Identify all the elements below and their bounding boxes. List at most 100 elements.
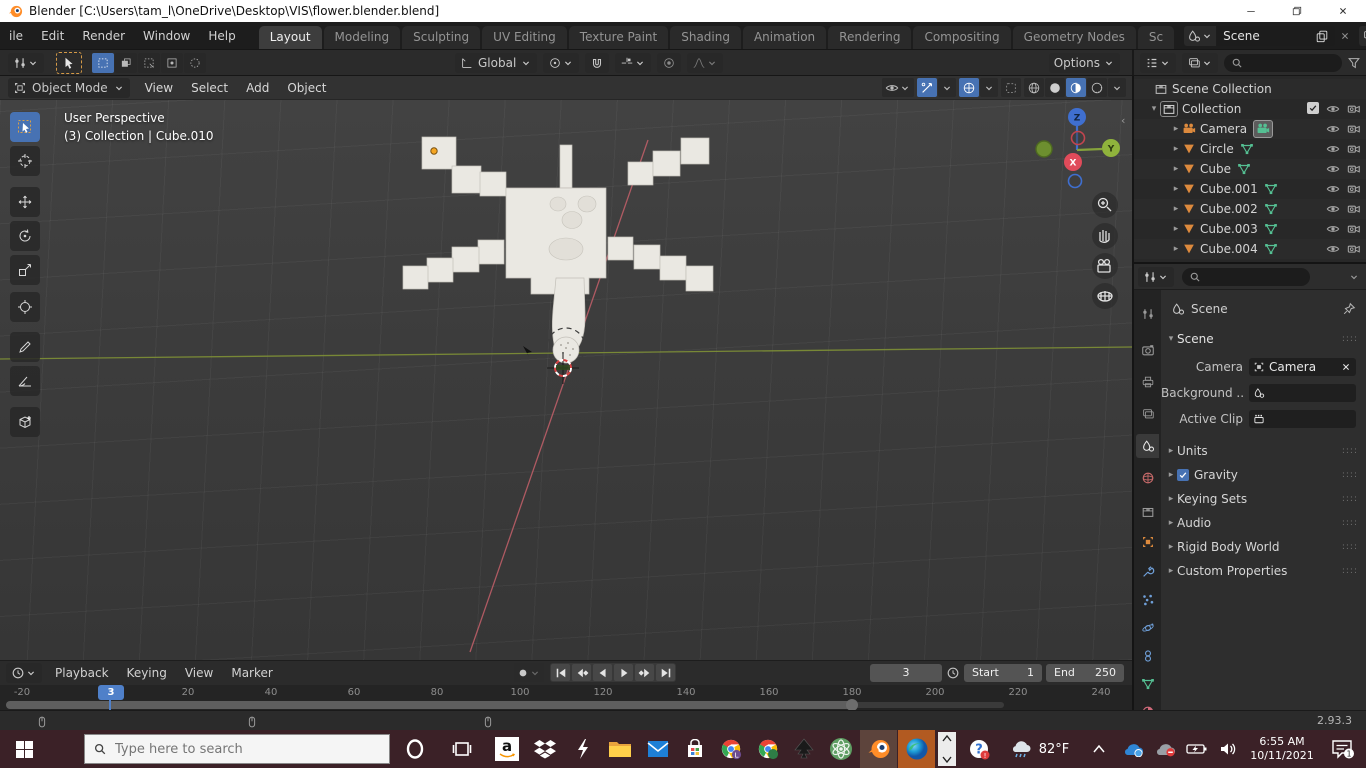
select-box-tool[interactable] bbox=[10, 112, 40, 142]
tab-modifiers[interactable] bbox=[1136, 560, 1159, 584]
lightning-app-icon[interactable] bbox=[565, 730, 601, 768]
annotate-tool[interactable] bbox=[10, 332, 40, 362]
tab-compositing[interactable]: Compositing bbox=[913, 26, 1011, 49]
onedrive-paused-tray-icon[interactable] bbox=[1150, 730, 1180, 768]
outliner-root-row[interactable]: Scene Collection bbox=[1134, 79, 1366, 99]
properties-editor-type-button[interactable] bbox=[1138, 266, 1174, 287]
render-visibility-icon[interactable] bbox=[1347, 222, 1361, 236]
section-custom-properties[interactable]: ▸ Custom Properties:::: bbox=[1161, 560, 1366, 582]
render-visibility-icon[interactable] bbox=[1347, 122, 1361, 136]
object-name[interactable]: Cube.001 bbox=[1200, 182, 1258, 196]
tab-sc[interactable]: Sc bbox=[1137, 26, 1175, 49]
start-button[interactable] bbox=[0, 730, 48, 768]
section-units[interactable]: ▸ Units:::: bbox=[1161, 440, 1366, 462]
opera-taskbar-icon[interactable] bbox=[397, 730, 433, 768]
playhead[interactable]: 3 bbox=[98, 685, 124, 700]
restore-button[interactable] bbox=[1274, 0, 1320, 22]
panel-grip-icon[interactable]: :::: bbox=[1342, 542, 1358, 552]
play-button[interactable] bbox=[614, 664, 633, 681]
hide-eye-icon[interactable] bbox=[1326, 202, 1340, 216]
tab-world[interactable] bbox=[1136, 466, 1159, 490]
gizmo-dropdown[interactable] bbox=[938, 78, 956, 97]
object-name[interactable]: Circle bbox=[1200, 142, 1234, 156]
tab-particles[interactable] bbox=[1136, 588, 1159, 612]
microsoft-store-icon[interactable] bbox=[677, 730, 713, 768]
tab-shading[interactable]: Shading bbox=[670, 26, 741, 49]
tab-tool[interactable] bbox=[1136, 302, 1159, 326]
outliner-display-mode-dropdown[interactable] bbox=[1140, 52, 1176, 73]
hide-eye-icon[interactable] bbox=[1326, 222, 1340, 236]
menu-marker[interactable]: Marker bbox=[222, 666, 281, 680]
play-reverse-button[interactable] bbox=[593, 664, 612, 681]
tab-layout[interactable]: Layout bbox=[258, 26, 322, 49]
tab-output[interactable] bbox=[1136, 370, 1159, 394]
proportional-falloff-dropdown[interactable] bbox=[687, 52, 724, 73]
taskbar-clock[interactable]: 6:55 AM 10/11/2021 bbox=[1246, 730, 1318, 768]
atom-style-app-icon[interactable] bbox=[823, 730, 859, 768]
properties-search-box[interactable] bbox=[1182, 267, 1310, 286]
notification-center-button[interactable]: 1 bbox=[1322, 730, 1362, 768]
outliner-collection-row[interactable]: ▾ Collection bbox=[1134, 99, 1366, 119]
expand-arrow-icon[interactable]: ▸ bbox=[1170, 184, 1182, 194]
task-view-button[interactable] bbox=[444, 730, 480, 768]
hide-eye-icon[interactable] bbox=[1326, 102, 1340, 116]
amazon-taskbar-icon[interactable]: a bbox=[489, 730, 525, 768]
timeline-ruler[interactable]: -20020406080100120140160180200220240 3 bbox=[0, 685, 1132, 711]
outliner-item-circle[interactable]: ▸ Circle bbox=[1134, 139, 1366, 159]
tab-animation[interactable]: Animation bbox=[742, 26, 827, 49]
expand-arrow-icon[interactable]: ▸ bbox=[1170, 244, 1182, 254]
timeline-scrollbar[interactable] bbox=[6, 701, 858, 709]
cursor-tool[interactable] bbox=[10, 146, 40, 176]
menu-view[interactable]: View bbox=[176, 666, 222, 680]
hide-eye-icon[interactable] bbox=[1326, 142, 1340, 156]
tray-expand-chevron[interactable] bbox=[1086, 730, 1112, 768]
expand-arrow-icon[interactable]: ▸ bbox=[1170, 224, 1182, 234]
menu-playback[interactable]: Playback bbox=[46, 666, 118, 680]
expand-arrow-icon[interactable]: ▸ bbox=[1170, 204, 1182, 214]
tab-object[interactable] bbox=[1136, 530, 1159, 554]
hide-eye-icon[interactable] bbox=[1326, 122, 1340, 136]
help-tray-icon[interactable]: ?! bbox=[962, 730, 996, 768]
battery-tray-icon[interactable] bbox=[1182, 730, 1212, 768]
chrome-profile1-icon[interactable]: L bbox=[713, 730, 749, 768]
scene-panel-header[interactable]: ▾ Scene :::: bbox=[1161, 328, 1366, 350]
clear-camera-icon[interactable] bbox=[1340, 361, 1352, 373]
jump-to-start-button[interactable] bbox=[551, 664, 570, 681]
background-scene-field[interactable] bbox=[1249, 384, 1356, 402]
section-audio[interactable]: ▸ Audio:::: bbox=[1161, 512, 1366, 534]
object-name[interactable]: Cube bbox=[1200, 162, 1231, 176]
select-invert-button[interactable] bbox=[161, 52, 183, 73]
section-gravity[interactable]: ▸ Gravity:::: bbox=[1161, 464, 1366, 486]
menu-keying[interactable]: Keying bbox=[118, 666, 176, 680]
object-name[interactable]: Cube.003 bbox=[1200, 222, 1258, 236]
tab-scene[interactable] bbox=[1136, 434, 1159, 458]
xray-toggle-button[interactable] bbox=[1001, 78, 1021, 97]
scene-collection-label[interactable]: Scene Collection bbox=[1172, 82, 1272, 96]
panel-grip-icon[interactable]: :::: bbox=[1342, 334, 1358, 344]
render-visibility-icon[interactable] bbox=[1347, 162, 1361, 176]
new-scene-copy-icon[interactable] bbox=[1315, 29, 1329, 43]
timeline-editor-type-button[interactable] bbox=[6, 663, 42, 683]
collapse-arrow-icon[interactable]: ▾ bbox=[1148, 104, 1160, 114]
camera-field[interactable]: Camera bbox=[1249, 358, 1356, 376]
tab-view-layer[interactable] bbox=[1136, 402, 1159, 426]
panel-grip-icon[interactable]: :::: bbox=[1342, 470, 1358, 480]
rotate-tool[interactable] bbox=[10, 221, 40, 251]
wireframe-shading-button[interactable] bbox=[1024, 78, 1044, 97]
add-cube-tool[interactable] bbox=[10, 407, 40, 437]
tab-modeling[interactable]: Modeling bbox=[323, 26, 401, 49]
onedrive-tray-icon[interactable] bbox=[1118, 730, 1148, 768]
outliner-search-input[interactable] bbox=[1243, 56, 1335, 69]
auto-keying-button[interactable] bbox=[514, 663, 544, 682]
tab-object-data[interactable] bbox=[1136, 672, 1159, 696]
select-extend-button[interactable] bbox=[115, 52, 137, 73]
active-tool-button[interactable] bbox=[56, 51, 82, 74]
tab-rendering[interactable]: Rendering bbox=[828, 26, 912, 49]
taskbar-search-input[interactable] bbox=[115, 741, 355, 757]
panel-grip-icon[interactable]: :::: bbox=[1342, 494, 1358, 504]
outliner-item-camera[interactable]: ▸ Camera bbox=[1134, 119, 1366, 139]
use-preview-range-icon[interactable] bbox=[946, 665, 960, 680]
properties-options-chevron[interactable] bbox=[1348, 270, 1360, 284]
tab-texture-paint[interactable]: Texture Paint bbox=[568, 26, 669, 49]
hide-eye-icon[interactable] bbox=[1326, 182, 1340, 196]
